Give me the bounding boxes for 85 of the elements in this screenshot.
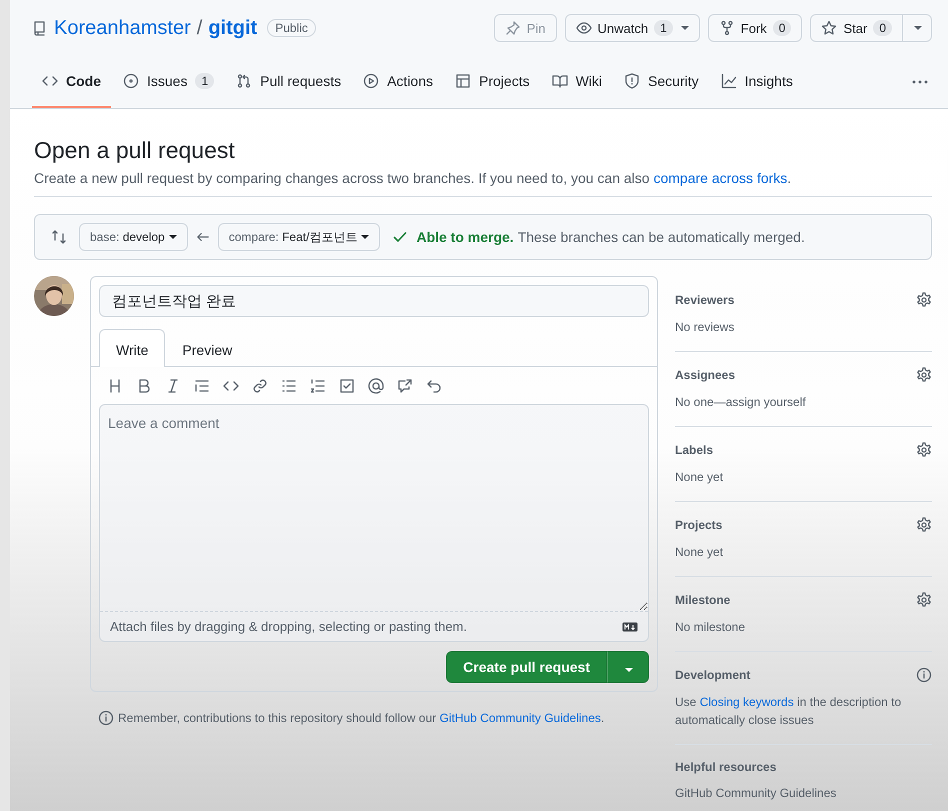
reference-icon[interactable] <box>397 378 413 394</box>
sidebar-value: No milestone <box>675 619 746 636</box>
sidebar-value: No one—assign yourself <box>675 394 807 411</box>
compare-forks-link[interactable]: compare across forks <box>653 170 788 186</box>
nav-tab[interactable]: Wiki <box>542 56 612 108</box>
star-icon <box>821 20 838 36</box>
settings-icon[interactable] <box>916 592 932 608</box>
compare-branch-button[interactable]: compare: Feat/컴포넌트 <box>218 223 380 251</box>
caret-icon <box>625 668 633 672</box>
pin-icon <box>504 20 521 36</box>
sidebar-heading: Labels <box>675 443 714 457</box>
markdown-icon <box>622 622 638 632</box>
guidelines-link[interactable]: GitHub Community Guidelines <box>440 711 601 725</box>
info-icon[interactable] <box>916 667 932 683</box>
guidelines-link[interactable]: GitHub Community Guidelines <box>675 784 932 802</box>
nav-tab[interactable]: Code <box>32 56 111 108</box>
sidebar-heading: Helpful resources <box>675 760 776 774</box>
table-icon <box>455 73 472 89</box>
caret-icon <box>680 26 689 30</box>
nav-tab[interactable]: Projects <box>445 56 540 108</box>
count-badge: 1 <box>195 73 214 89</box>
comment-field[interactable]: Leave a comment Attach files by dragging & dropping, selecting or pasting them. <box>99 404 649 642</box>
editor-tab[interactable]: Write <box>99 329 166 367</box>
nav-tab[interactable]: Actions <box>353 56 444 108</box>
task-list-icon[interactable] <box>339 378 355 394</box>
fork-icon <box>718 20 735 36</box>
play-icon <box>363 73 380 89</box>
create-pull-request-button[interactable]: Create pull request <box>446 651 607 683</box>
more-icon[interactable] <box>912 80 928 84</box>
nav-tab[interactable]: Issues 1 <box>113 56 224 108</box>
link-icon[interactable] <box>252 378 268 394</box>
path-separator: / <box>196 16 202 40</box>
page-description: Create a new pull request by comparing changes across two branches. If you need to, you can also compare across forks. <box>34 170 932 197</box>
nav-tab[interactable]: Pull requests <box>226 56 352 108</box>
editor-tab[interactable]: Preview <box>165 329 250 367</box>
attach-hint: Attach files by dragging & dropping, selecting or pasting them. <box>110 619 467 634</box>
info-icon <box>98 710 114 726</box>
visibility-label: Public <box>267 19 316 37</box>
sidebar-value: None yet <box>675 544 724 561</box>
sidebar-value: None yet <box>675 469 724 486</box>
base-branch-button[interactable]: base: develop <box>79 223 188 251</box>
nav-tab[interactable]: Security <box>614 56 709 108</box>
count-badge: 0 <box>873 20 892 36</box>
sidebar-heading: Reviewers <box>675 293 734 307</box>
count-badge: 0 <box>772 20 792 36</box>
undo-icon[interactable] <box>426 378 442 394</box>
nav-tab[interactable]: Insights <box>710 56 803 108</box>
pull-request-icon <box>236 73 252 89</box>
count-badge: 1 <box>654 20 673 36</box>
sidebar-value: Use Closing keywords in the description to automatically close issues <box>675 694 902 729</box>
repo-name-link[interactable]: gitgit <box>208 16 258 40</box>
dropdown-button[interactable] <box>607 651 649 683</box>
guidelines-note: Remember, contributions to this repository should follow our GitHub Community Guidelines. <box>118 711 604 725</box>
settings-icon[interactable] <box>916 367 932 383</box>
repo-action-button[interactable]: Fork 0 <box>708 14 802 42</box>
graph-icon <box>720 73 737 89</box>
bulleted-list-icon[interactable] <box>281 378 297 394</box>
issue-icon <box>123 73 139 89</box>
page-heading: Open a pull request <box>34 137 236 164</box>
eye-icon <box>576 20 592 36</box>
quote-icon[interactable] <box>194 378 210 394</box>
repo-action-button[interactable]: Star 0 <box>810 14 903 42</box>
merge-description: These branches can be automatically merged. <box>518 229 805 245</box>
owner-link[interactable]: Koreanhamster <box>54 16 191 40</box>
check-icon <box>392 229 408 245</box>
sidebar-heading: Development <box>675 668 750 682</box>
merge-status: Able to merge. <box>416 229 514 245</box>
sidebar-heading: Milestone <box>675 593 730 607</box>
settings-icon[interactable] <box>916 442 932 458</box>
numbered-list-icon[interactable] <box>310 378 326 394</box>
settings-icon[interactable] <box>916 292 932 308</box>
book-icon <box>552 73 568 89</box>
closing-keywords-link[interactable]: Closing keywords <box>700 695 794 709</box>
sidebar-heading: Projects <box>675 518 722 532</box>
sidebar-value: No reviews <box>675 319 736 336</box>
caret-icon <box>361 235 370 239</box>
caret-icon <box>168 235 177 239</box>
settings-icon[interactable] <box>916 517 932 533</box>
mention-icon[interactable] <box>368 378 384 394</box>
sidebar-heading: Assignees <box>675 368 736 382</box>
shield-icon <box>624 73 640 89</box>
compare-icon <box>51 229 67 245</box>
repo-action-button[interactable]: Unwatch 1 <box>564 14 700 42</box>
title-field[interactable]: 컴포넌트작업 완료 <box>99 285 649 317</box>
caret-icon <box>914 26 922 30</box>
